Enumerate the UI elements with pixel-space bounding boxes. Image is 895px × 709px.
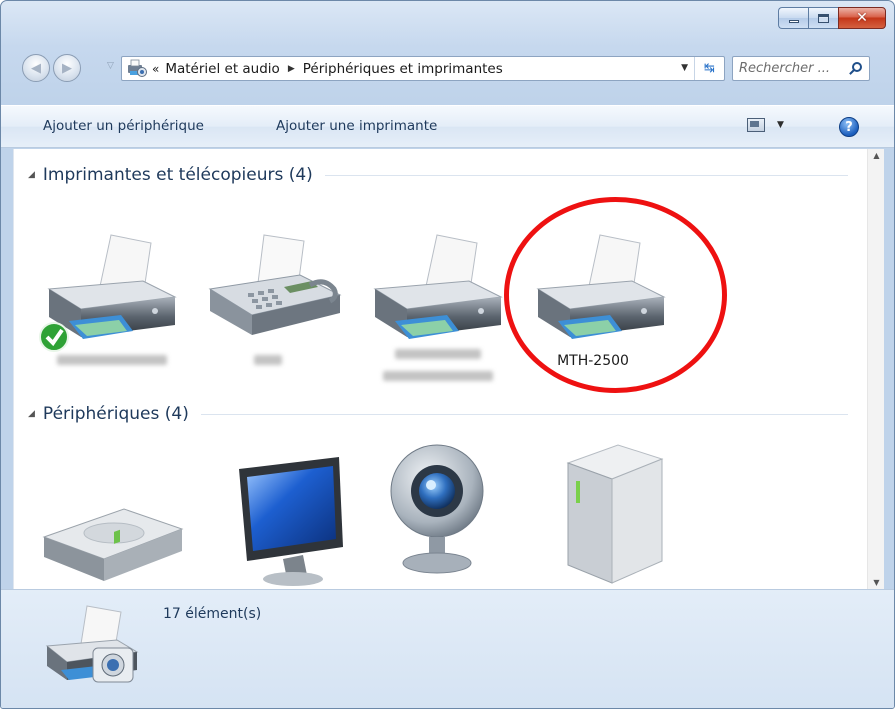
monitor-icon (239, 457, 343, 586)
printer-item[interactable] (355, 225, 505, 381)
minimize-icon (788, 19, 799, 23)
group-divider (324, 174, 848, 176)
refresh-button[interactable]: ↹ (694, 57, 724, 80)
device-item[interactable] (379, 439, 529, 588)
minimize-button[interactable] (778, 7, 808, 29)
group-divider (200, 413, 848, 415)
devices-printers-icon (128, 59, 147, 77)
blurred-printer-name (383, 371, 493, 381)
address-overflow-chevron[interactable]: « (152, 62, 159, 76)
change-view-button[interactable]: ▼ (747, 118, 784, 132)
address-bar[interactable]: « Matériel et audio ▶ Périphériques et i… (121, 56, 725, 81)
blurred-printer-name (395, 349, 481, 359)
breadcrumb-devices-printers[interactable]: Périphériques et imprimantes (303, 61, 503, 77)
forward-button[interactable]: ▶ (53, 54, 81, 82)
address-dropdown-arrow[interactable]: ▼ (681, 63, 688, 73)
maximize-button[interactable] (808, 7, 838, 29)
command-bar: Ajouter un périphérique Ajouter une impr… (1, 105, 894, 148)
scroll-up-arrow[interactable]: ▲ (868, 151, 885, 160)
breadcrumb-hardware-sound[interactable]: Matériel et audio (165, 61, 279, 77)
group-title-printers: Imprimantes et télécopieurs (4) (42, 165, 313, 185)
blurred-fax-name (254, 355, 282, 365)
maximize-icon (818, 13, 829, 23)
forward-arrow-icon: ▶ (62, 60, 72, 76)
group-header-printers[interactable]: ◢ Imprimantes et télécopieurs (4) (28, 165, 848, 185)
device-item[interactable] (542, 441, 692, 589)
refresh-icon: ↹ (704, 61, 715, 76)
view-dropdown-arrow[interactable]: ▼ (777, 120, 784, 130)
printer-icon (39, 234, 177, 352)
scroll-down-arrow[interactable]: ▼ (868, 578, 885, 587)
devices-printers-large-icon (45, 605, 139, 683)
vertical-scrollbar[interactable]: ▲ ▼ (867, 149, 884, 589)
add-printer-button[interactable]: Ajouter une imprimante (276, 118, 437, 134)
group-title-devices: Périphériques (4) (42, 404, 189, 424)
external-drive-icon (566, 444, 664, 584)
printer-item[interactable] (29, 225, 179, 365)
search-box[interactable] (732, 56, 870, 81)
printer-icon (373, 234, 503, 339)
close-icon: ✕ (856, 10, 868, 26)
fax-item[interactable] (192, 225, 342, 365)
back-button[interactable]: ◀ (22, 54, 50, 82)
group-header-devices[interactable]: ◢ Périphériques (4) (28, 404, 848, 424)
add-device-button[interactable]: Ajouter un périphérique (43, 118, 204, 134)
details-pane: 17 élément(s) (1, 589, 894, 708)
search-input[interactable] (739, 61, 843, 76)
device-item[interactable] (207, 449, 357, 589)
caption-buttons: ✕ (778, 7, 886, 29)
back-arrow-icon: ◀ (31, 60, 41, 76)
highlight-annotation (504, 197, 727, 393)
fax-icon (208, 234, 342, 335)
collapse-arrow-icon[interactable]: ◢ (28, 170, 35, 180)
hard-drive-icon (42, 508, 184, 581)
search-icon[interactable] (849, 61, 863, 76)
device-list: ◢ Imprimantes et télécopieurs (4) MTH-25… (13, 149, 867, 589)
blurred-printer-name (57, 355, 167, 365)
navigation-row: ◀ ▶ ▽ « Matériel et audio ▶ Périphérique… (1, 47, 894, 87)
recent-pages-dropdown[interactable]: ▽ (107, 61, 114, 71)
device-item[interactable] (34, 459, 184, 589)
close-button[interactable]: ✕ (838, 7, 886, 29)
explorer-window: ✕ ◀ ▶ ▽ « Matériel et audio ▶ Périphériq… (0, 0, 895, 709)
breadcrumb-separator-icon[interactable]: ▶ (288, 64, 295, 74)
item-count: 17 élément(s) (163, 606, 262, 622)
help-icon[interactable]: ? (839, 117, 859, 137)
webcam-icon (390, 444, 484, 574)
collapse-arrow-icon[interactable]: ◢ (28, 409, 35, 419)
view-icon (747, 118, 765, 132)
